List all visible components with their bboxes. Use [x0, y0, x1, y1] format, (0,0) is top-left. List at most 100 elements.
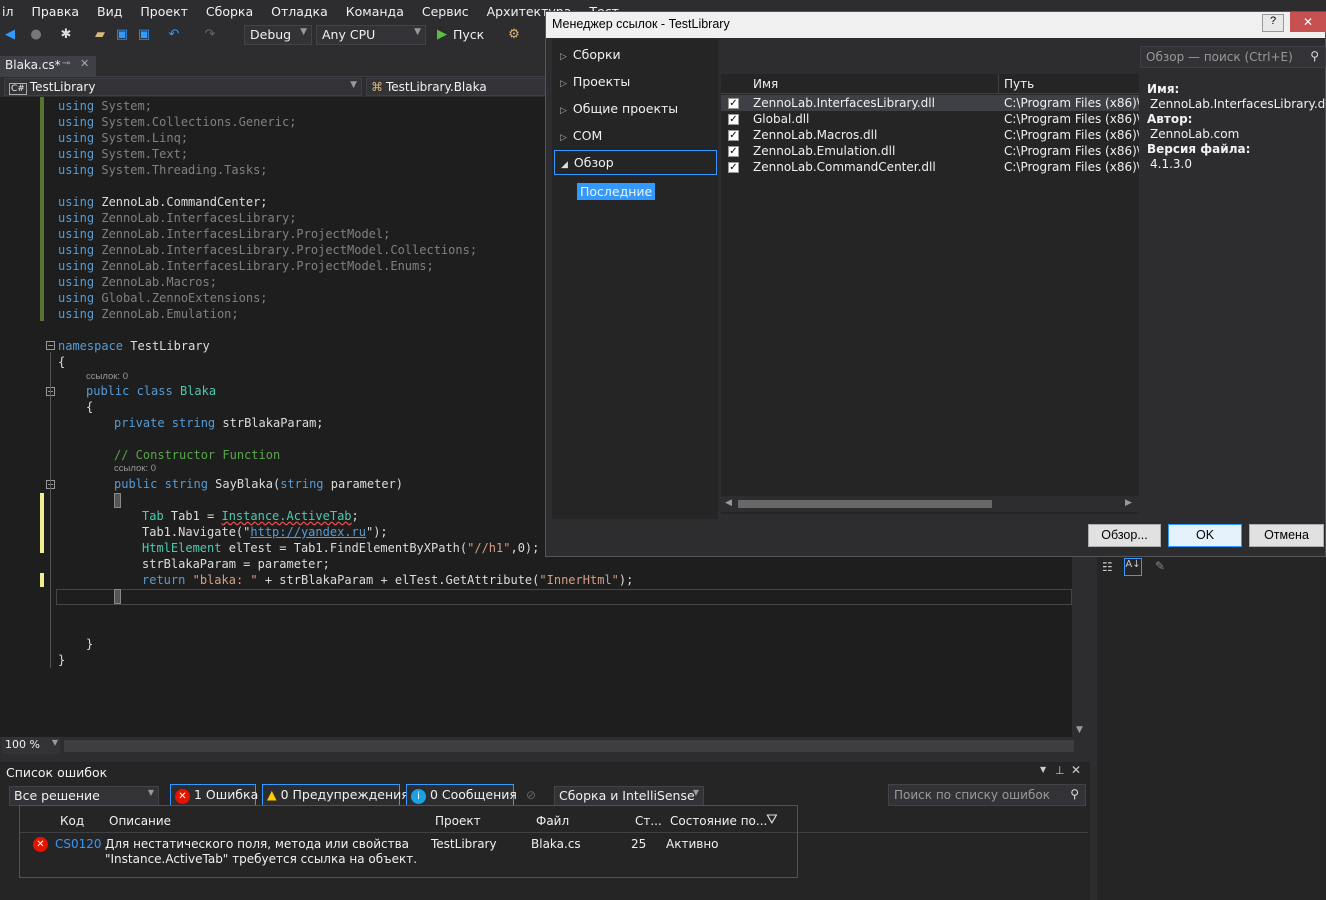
- project-combo-value: TestLibrary: [29, 80, 96, 94]
- scroll-right-icon[interactable]: ▶: [1125, 498, 1132, 508]
- filter-clear-icon[interactable]: ⊘: [526, 788, 536, 802]
- save-icon[interactable]: ▣: [114, 27, 130, 43]
- browse-search-input[interactable]: Обзор — поиск (Ctrl+E) ⚲: [1140, 46, 1326, 68]
- close-icon[interactable]: ✕: [1071, 763, 1081, 777]
- code-line: }: [86, 637, 93, 653]
- menu-tools[interactable]: Сервис: [413, 4, 478, 19]
- search-icon[interactable]: ⚲: [1310, 49, 1319, 63]
- error-icon: ✕: [175, 789, 190, 804]
- brace: }: [58, 653, 66, 667]
- detail-name-value: ZennoLab.InterfacesLibrary.dll: [1150, 97, 1326, 111]
- column-name[interactable]: Имя: [753, 77, 778, 91]
- alphabetical-icon[interactable]: A↓: [1124, 558, 1142, 576]
- close-icon[interactable]: ✕: [80, 57, 89, 70]
- list-item[interactable]: ✓ Global.dll C:\Program Files (x86)\Ze: [721, 111, 1139, 127]
- return-keyword: return: [142, 573, 186, 587]
- list-item[interactable]: ✓ ZennoLab.Emulation.dll C:\Program Files …: [721, 143, 1139, 159]
- back-icon[interactable]: ◀: [2, 27, 18, 43]
- fold-toggle[interactable]: −: [46, 341, 55, 350]
- checkbox[interactable]: ✓: [728, 98, 739, 109]
- url-link[interactable]: http://yandex.ru: [250, 525, 366, 539]
- categorized-icon[interactable]: ☷: [1102, 560, 1113, 574]
- help-button[interactable]: ?: [1262, 14, 1284, 32]
- source-select[interactable]: Сборка и IntelliSense ▼: [554, 786, 704, 806]
- menu-file[interactable]: іл: [0, 4, 22, 19]
- scope-select[interactable]: Все решение ▼: [9, 786, 159, 806]
- menu-project[interactable]: Проект: [131, 4, 197, 19]
- run-button[interactable]: Пуск: [453, 27, 484, 42]
- menu-team[interactable]: Команда: [337, 4, 413, 19]
- using-target: ZennoLab.InterfacesLibrary.ProjectModel;: [101, 227, 391, 241]
- checkbox[interactable]: ✓: [728, 162, 739, 173]
- warnings-filter-button[interactable]: ▲ 0 Предупреждения: [262, 784, 409, 806]
- menu-edit[interactable]: Правка: [22, 4, 88, 19]
- wrench-icon[interactable]: ✎: [1155, 559, 1165, 573]
- browse-button[interactable]: Обзор...: [1088, 524, 1161, 547]
- tab-blaka-cs[interactable]: Blaka.cs* ⊸ ✕: [0, 56, 96, 76]
- open-folder-icon[interactable]: ▰: [92, 27, 108, 43]
- cancel-button[interactable]: Отмена: [1249, 524, 1324, 547]
- config-select[interactable]: Debug ▼: [244, 25, 312, 45]
- menu-view[interactable]: Вид: [88, 4, 131, 19]
- dropdown-icon[interactable]: ▼: [1040, 765, 1046, 774]
- checkbox[interactable]: ✓: [728, 130, 739, 141]
- undo-icon[interactable]: ↶: [166, 27, 182, 43]
- horizontal-scrollbar[interactable]: [64, 740, 1074, 752]
- scope-value: Все решение: [14, 788, 100, 803]
- search-placeholder: Обзор — поиск (Ctrl+E): [1146, 50, 1293, 64]
- list-hscrollbar[interactable]: ◀ ▶: [721, 496, 1139, 512]
- codelens-refs[interactable]: ссылок: 0: [86, 371, 128, 382]
- project-combo[interactable]: C# TestLibrary ▼: [4, 78, 362, 96]
- codelens-refs[interactable]: ссылок: 0: [114, 463, 156, 474]
- class-combo[interactable]: ⌘ TestLibrary.Blaka: [366, 78, 546, 96]
- code-line: using ZennoLab.InterfacesLibrary.Project…: [58, 259, 434, 275]
- nav-browse[interactable]: ◢ Обзор: [554, 150, 717, 175]
- list-item[interactable]: ✓ ZennoLab.InterfacesLibrary.dll C:\Progra…: [721, 95, 1139, 111]
- scroll-left-icon[interactable]: ◀: [725, 498, 732, 508]
- code-line: Tab1.Navigate("http://yandex.ru");: [142, 525, 388, 541]
- nav-projects[interactable]: ▷ Проекты: [560, 74, 630, 89]
- zoom-select[interactable]: 100 % ▼: [2, 737, 60, 754]
- config-value: Debug: [250, 27, 292, 42]
- checkbox[interactable]: ✓: [728, 146, 739, 157]
- nav-com[interactable]: ▷ COM: [560, 128, 602, 143]
- errors-filter-button[interactable]: ✕ 1 Ошибка: [170, 784, 258, 806]
- code-text: strBlakaParam = parameter;: [142, 557, 330, 571]
- platform-select[interactable]: Any CPU ▼: [316, 25, 426, 45]
- nav-recent[interactable]: Последние: [577, 183, 656, 200]
- namespace-name: TestLibrary: [130, 339, 210, 353]
- redo-icon[interactable]: ↷: [202, 27, 218, 43]
- expand-icon: ▷: [560, 52, 567, 62]
- scroll-down-icon[interactable]: ▼: [1076, 725, 1083, 735]
- code-line: using System.Linq;: [58, 131, 188, 147]
- error-squiggle-text[interactable]: Instance.ActiveTab: [221, 509, 351, 523]
- search-icon[interactable]: ⚲: [1070, 787, 1079, 801]
- zoom-bar: 100 % ▼: [0, 737, 1090, 755]
- scroll-thumb[interactable]: [738, 500, 992, 508]
- list-item[interactable]: ✓ ZennoLab.CommandCenter.dll C:\Program Fi…: [721, 159, 1139, 175]
- code-line: using ZennoLab.CommandCenter;: [58, 195, 268, 211]
- column-path[interactable]: Путь: [1004, 77, 1034, 91]
- list-item[interactable]: ✓ ZennoLab.Macros.dll C:\Program Files (x8…: [721, 127, 1139, 143]
- play-icon[interactable]: ▶: [434, 27, 450, 43]
- attach-icon[interactable]: ⚙: [506, 27, 522, 43]
- menu-build[interactable]: Сборка: [197, 4, 262, 19]
- error-search-input[interactable]: Поиск по списку ошибок ⚲: [888, 784, 1086, 806]
- code-line: private string strBlakaParam;: [114, 416, 324, 432]
- nav-shared-projects[interactable]: ▷ Общие проекты: [560, 101, 678, 116]
- code-line: using Global.ZennoExtensions;: [58, 291, 268, 307]
- new-project-icon[interactable]: ✱: [58, 27, 74, 43]
- code-text: Tab1.Navigate(": [142, 525, 251, 539]
- nav-assemblies[interactable]: ▷ Сборки: [560, 47, 621, 62]
- pin-icon[interactable]: ⊸: [62, 58, 70, 69]
- checkbox[interactable]: ✓: [728, 114, 739, 125]
- forward-icon[interactable]: ●: [28, 27, 44, 43]
- ok-button[interactable]: OK: [1168, 524, 1242, 547]
- method-modifiers: public string: [114, 477, 208, 491]
- save-all-icon[interactable]: ▣: [136, 27, 152, 43]
- close-button[interactable]: ✕: [1290, 12, 1326, 32]
- messages-filter-button[interactable]: i 0 Сообщения: [406, 784, 517, 806]
- pin-icon[interactable]: ⊥: [1055, 764, 1065, 777]
- code-line: using System.Collections.Generic;: [58, 115, 296, 131]
- menu-debug[interactable]: Отладка: [262, 4, 337, 19]
